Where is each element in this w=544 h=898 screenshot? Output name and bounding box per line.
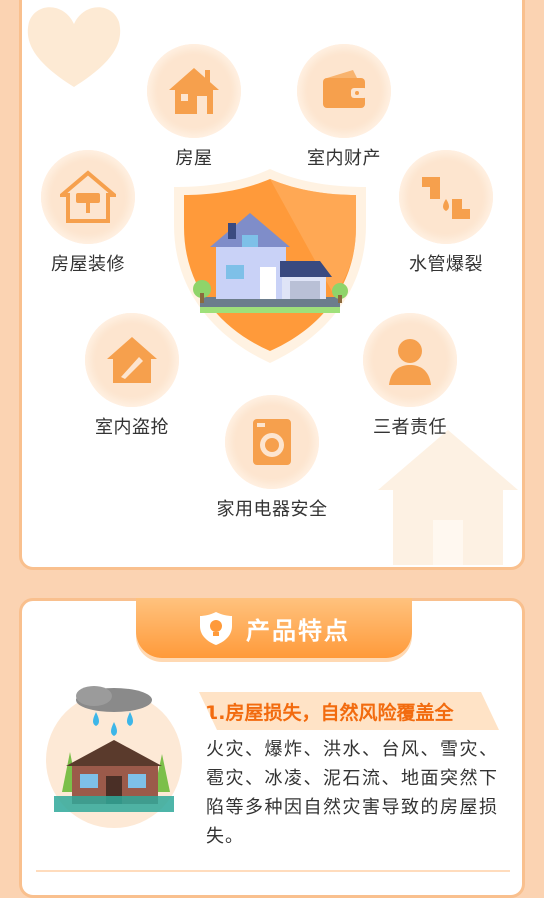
coverage-item-pipe-burst[interactable]: 水管爆裂 — [366, 150, 526, 276]
feature-description: 火灾、爆炸、洪水、台风、雪灾、雹灾、冰凌、泥石流、地面突然下陷等多种因自然灾害导… — [206, 739, 498, 847]
features-header-title: 产品特点 — [246, 616, 350, 645]
house-decoration-icon — [378, 430, 518, 565]
coverage-label: 室内盗抢 — [95, 417, 169, 438]
renovation-icon — [60, 170, 116, 223]
coverage-label: 家用电器安全 — [216, 499, 328, 520]
divider — [36, 870, 510, 872]
flood-house-illustration — [46, 686, 182, 828]
coverage-label: 三者责任 — [373, 417, 447, 438]
person-icon — [389, 339, 431, 385]
home-shield-icon — [174, 169, 366, 363]
house-icon — [169, 68, 219, 114]
coverage-label: 房屋装修 — [51, 254, 125, 275]
coverage-item-renovation[interactable]: 房屋装修 — [8, 150, 168, 276]
feature-title-banner: 1.房屋损失，自然风险覆盖全 — [199, 692, 499, 730]
coverage-label: 水管爆裂 — [409, 254, 483, 275]
wallet-icon — [323, 70, 367, 108]
shield-bulb-icon — [200, 612, 232, 645]
coverage-item-appliance-safety[interactable]: 家用电器安全 — [192, 395, 352, 521]
feature-title: 1.房屋损失，自然风险覆盖全 — [205, 702, 454, 724]
features-header: 产品特点 — [136, 598, 412, 658]
knife-icon — [107, 337, 157, 383]
water-pipe-icon — [422, 177, 470, 219]
heart-decoration-icon — [27, 7, 121, 87]
washing-machine-icon — [253, 419, 291, 465]
